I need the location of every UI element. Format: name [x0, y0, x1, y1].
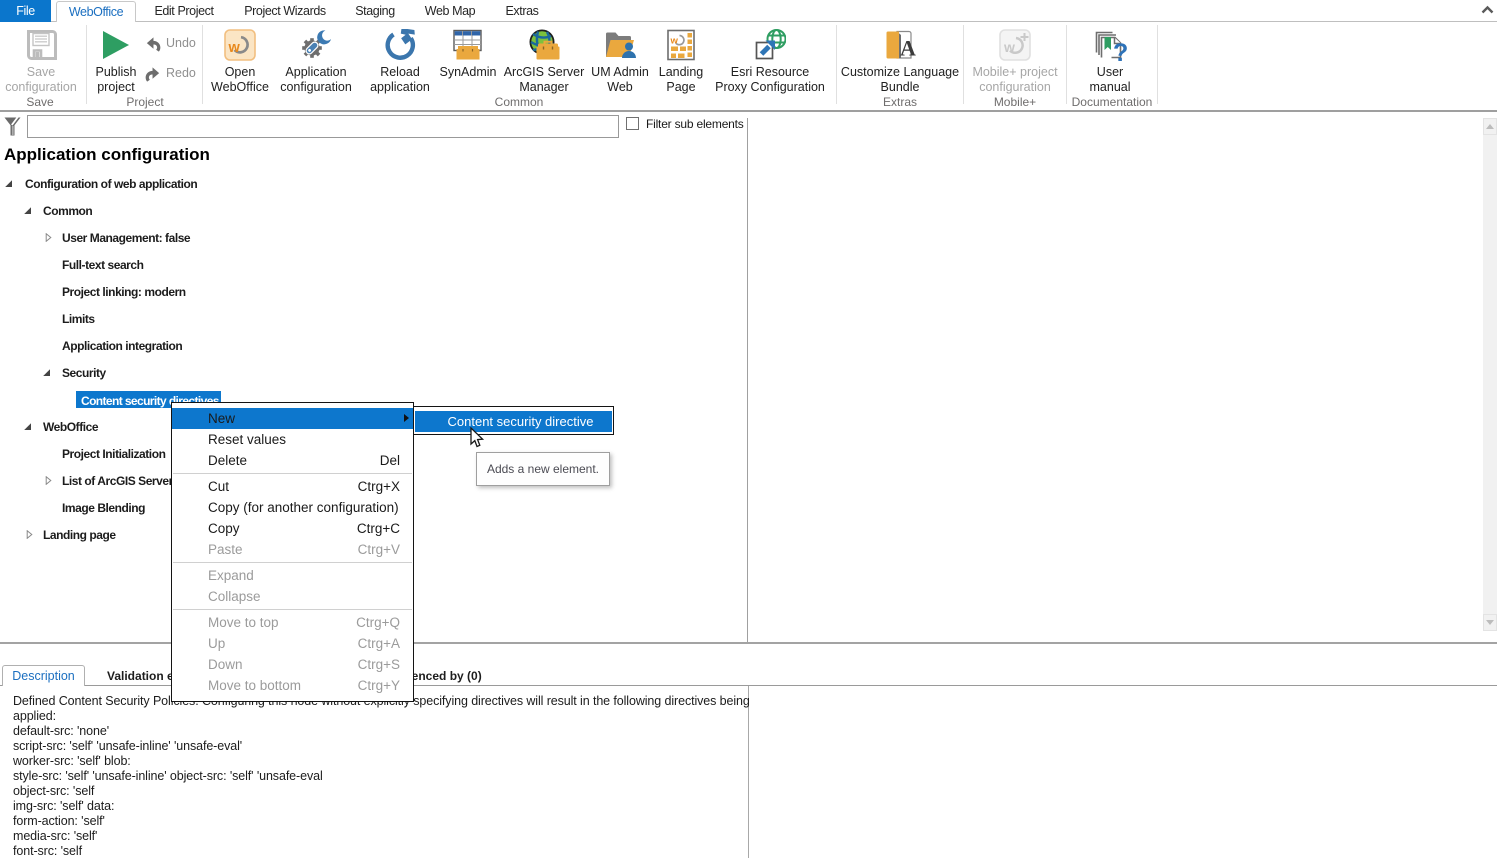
- svg-text:?: ?: [1113, 39, 1128, 63]
- svg-text:w: w: [1003, 39, 1015, 55]
- svg-text:A: A: [900, 36, 916, 61]
- svg-text:w: w: [228, 40, 241, 56]
